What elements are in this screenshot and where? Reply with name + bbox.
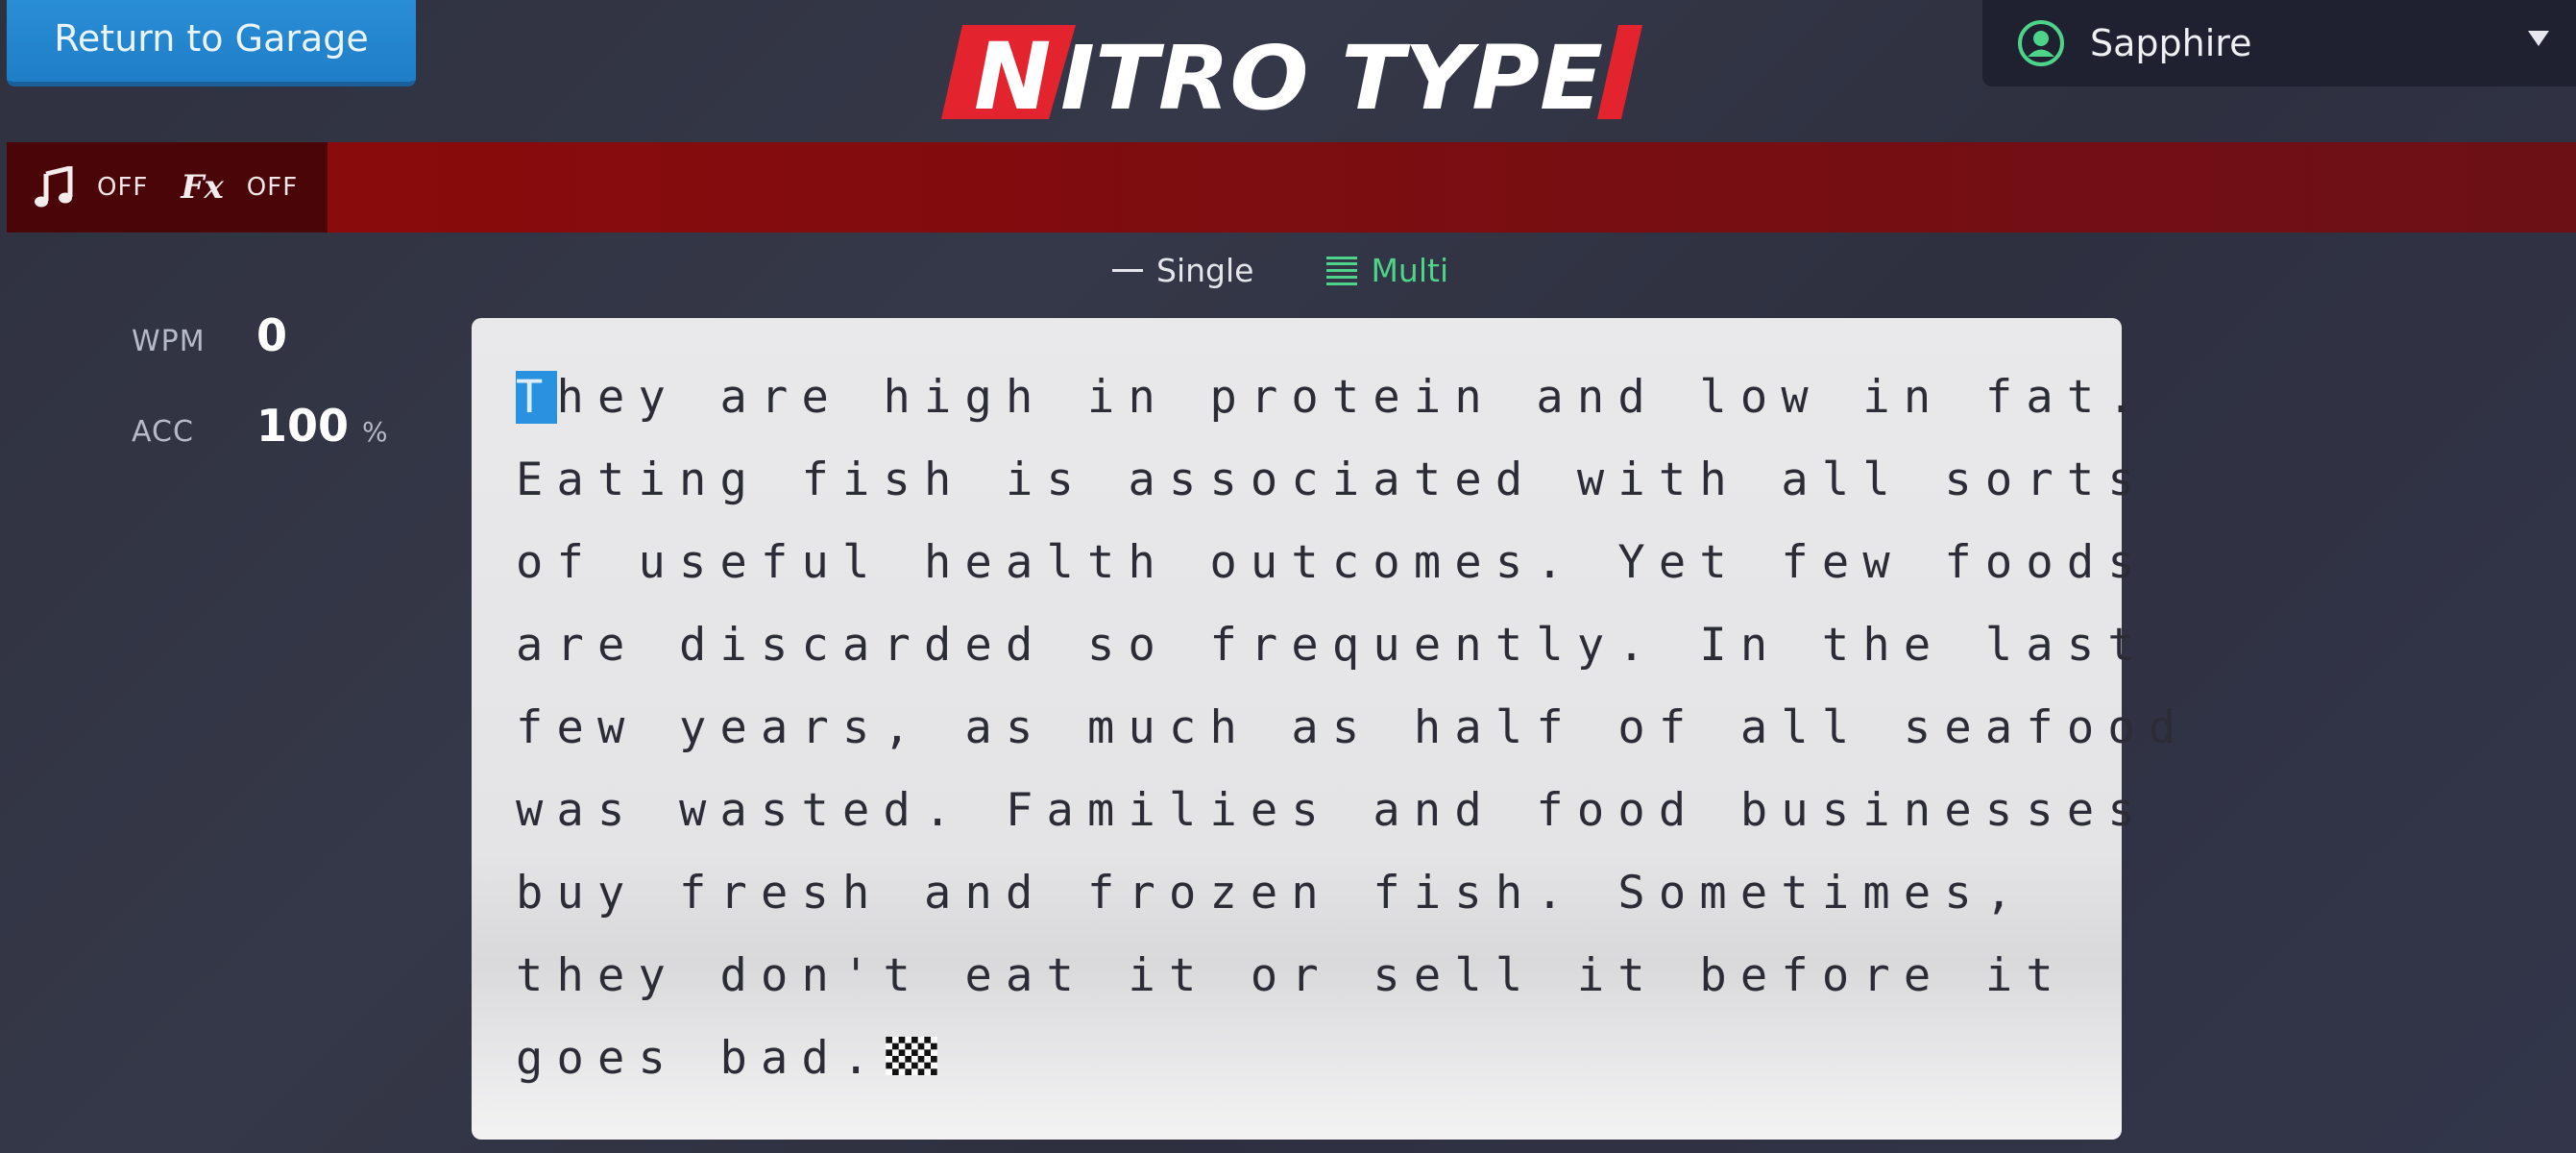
music-note-icon bbox=[35, 166, 73, 208]
race-text-line: of useful health outcomes. Yet few foods bbox=[516, 536, 2149, 589]
fx-icon: Fx bbox=[181, 168, 224, 207]
fx-state: OFF bbox=[246, 173, 299, 202]
svg-text:ITRO TYPE: ITRO TYPE bbox=[1060, 27, 1603, 125]
mode-single-label: Single bbox=[1156, 252, 1254, 289]
race-text-line: few years, as much as half of all seafoo… bbox=[516, 701, 2190, 754]
accuracy-stat: ACC 100 % bbox=[132, 400, 388, 452]
music-toggle[interactable]: OFF bbox=[34, 166, 148, 209]
race-text-line: buy fresh and frozen fish. Sometimes, bbox=[516, 867, 2027, 920]
music-state: OFF bbox=[97, 173, 149, 202]
race-text: They are high in protein and low in fat.… bbox=[516, 356, 2175, 1100]
wpm-value: 0 bbox=[256, 309, 288, 361]
race-text-line: was wasted. Families and food businesses bbox=[516, 784, 2149, 837]
race-text-line: are discarded so frequently. In the last bbox=[516, 619, 2149, 672]
mode-toggle: Single Multi bbox=[1112, 252, 1448, 289]
chevron-down-icon bbox=[2528, 31, 2549, 46]
wpm-stat: WPM 0 bbox=[132, 309, 287, 361]
mode-single-button[interactable]: Single bbox=[1112, 252, 1253, 289]
dash-icon bbox=[1112, 269, 1143, 272]
race-text-line: hey are high in protein and low in fat. bbox=[556, 371, 2149, 424]
race-text-line: Eating fish is associated with all sorts bbox=[516, 454, 2149, 506]
race-text-line: they don't eat it or sell it before it bbox=[516, 949, 2067, 1002]
lines-icon bbox=[1326, 256, 1358, 285]
user-menu[interactable]: Sapphire bbox=[1982, 0, 2576, 86]
checkered-flag-icon bbox=[886, 1037, 938, 1075]
mode-multi-button[interactable]: Multi bbox=[1326, 252, 1448, 289]
typing-panel[interactable]: They are high in protein and low in fat.… bbox=[472, 318, 2175, 1140]
nitro-type-logo: N ITRO TYPE bbox=[941, 19, 1647, 131]
mode-multi-label: Multi bbox=[1371, 252, 1449, 289]
fx-toggle[interactable]: Fx OFF bbox=[181, 168, 298, 207]
acc-value: 100 bbox=[256, 400, 350, 452]
acc-unit: % bbox=[362, 416, 388, 448]
user-circle-icon bbox=[2018, 20, 2064, 66]
race-track-bar bbox=[7, 142, 2576, 233]
race-text-line: goes bad. bbox=[516, 1032, 884, 1085]
username: Sapphire bbox=[2090, 22, 2252, 64]
wpm-label: WPM bbox=[132, 325, 206, 358]
acc-label: ACC bbox=[132, 415, 194, 449]
current-char: T bbox=[516, 371, 557, 424]
sound-controls: OFF Fx OFF bbox=[7, 142, 328, 233]
return-to-garage-button[interactable]: Return to Garage bbox=[7, 0, 416, 86]
svg-text:N: N bbox=[974, 23, 1051, 125]
